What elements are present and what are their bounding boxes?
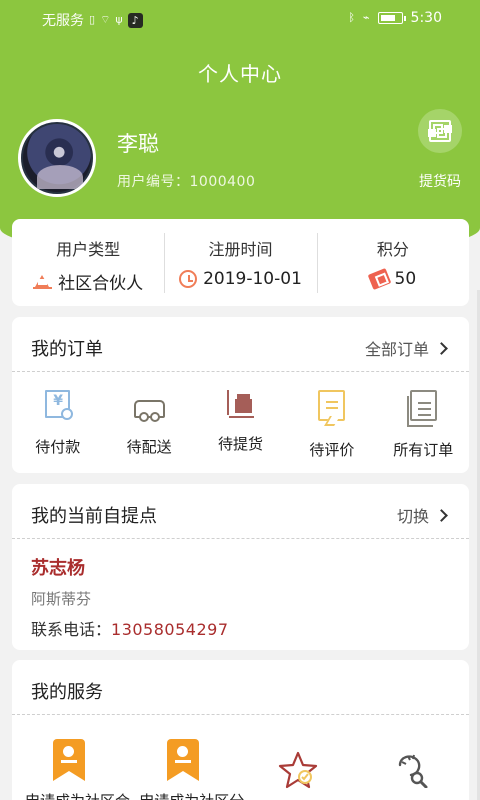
orders-title: 我的订单 xyxy=(31,339,103,360)
apply-community-partner-button[interactable]: 申请成为社区合 xyxy=(12,735,130,800)
avatar[interactable] xyxy=(18,119,96,197)
points-value-row: 50 xyxy=(317,268,469,290)
registration-date-title: 注册时间 xyxy=(208,240,273,259)
all-orders-grid-label: 所有订单 xyxy=(393,441,454,459)
apply-community-partner-label: 申请成为社区合 xyxy=(20,790,135,800)
user-type-value: 社区合伙人 xyxy=(58,274,144,294)
payment-icon xyxy=(45,390,74,420)
pickup-code-button[interactable] xyxy=(418,109,462,153)
ticket-icon xyxy=(367,268,391,290)
status-left: 无服务 ▯ ⌔ ψ ♪ xyxy=(42,10,143,30)
pending-review-label: 待评价 xyxy=(309,441,355,459)
comment-icon xyxy=(318,390,346,421)
page-title: 个人中心 xyxy=(198,62,282,86)
all-orders-button[interactable]: 所有订单 xyxy=(378,390,469,460)
wifi-icon: ⌔ xyxy=(100,13,111,26)
pickup-divider xyxy=(12,538,469,539)
orders-divider xyxy=(12,371,469,372)
user-type-stat: 用户类型 社区合伙人 xyxy=(12,219,164,306)
pickup-phone-row: 联系电话：13058054297 xyxy=(31,616,229,640)
switch-pickup-link[interactable]: 切换 xyxy=(397,503,448,527)
status-right: ᛒ ⌁ 5:30 xyxy=(348,10,442,26)
sim-icon: ▯ xyxy=(89,13,96,26)
battery-icon xyxy=(377,12,406,24)
pending-payment-label: 待付款 xyxy=(35,438,81,456)
all-orders-label[interactable]: 全部订单 xyxy=(365,336,429,360)
pending-review-button[interactable]: 待评价 xyxy=(286,390,377,460)
services-grid: 申请成为社区合 申请成为社区分 xyxy=(12,735,469,800)
registration-date-value: 2019-10-01 xyxy=(203,269,302,289)
pickup-title: 我的当前自提点 xyxy=(31,506,157,527)
my-orders-card: 我的订单 全部订单 待付款 待配送 待提货 待评价 所有订单 xyxy=(12,317,469,473)
points-title: 积分 xyxy=(376,240,409,259)
badge-icon xyxy=(167,739,200,781)
user-type-value-row: 社区合伙人 xyxy=(12,269,164,294)
apply-community-branch-button[interactable]: 申请成为社区分 xyxy=(126,735,244,800)
cart-icon xyxy=(227,390,255,418)
pickup-address: 阿斯蒂芬 xyxy=(31,590,92,608)
phone-number[interactable]: 13058054297 xyxy=(111,620,228,639)
switch-pickup-label[interactable]: 切换 xyxy=(397,503,429,527)
services-divider xyxy=(12,714,469,715)
chevron-right-icon[interactable] xyxy=(435,341,448,355)
carrier-status: 无服务 xyxy=(42,13,84,29)
user-name: 李聪 xyxy=(117,132,159,156)
truck-icon xyxy=(133,400,165,422)
current-pickup-point-card: 我的当前自提点 切换 苏志杨 阿斯蒂芬 联系电话：13058054297 xyxy=(12,484,469,650)
pending-pickup-button[interactable]: 待提货 xyxy=(195,390,286,460)
apply-community-branch-label: 申请成为社区分 xyxy=(134,790,249,800)
pending-delivery-button[interactable]: 待配送 xyxy=(103,390,194,460)
pickup-contact-name: 苏志杨 xyxy=(31,558,85,579)
all-orders-link[interactable]: 全部订单 xyxy=(365,336,448,360)
user-type-title: 用户类型 xyxy=(56,240,121,259)
chevron-right-icon[interactable] xyxy=(435,508,448,522)
badge-icon xyxy=(53,739,86,781)
bluetooth-icon: ᛒ xyxy=(348,11,355,24)
order-status-grid: 待付款 待配送 待提货 待评价 所有订单 xyxy=(12,390,469,460)
clock-time: 5:30 xyxy=(410,10,442,26)
documents-icon xyxy=(406,390,437,427)
pending-delivery-label: 待配送 xyxy=(126,438,172,456)
usb-icon: ψ xyxy=(115,13,123,26)
my-services-card: 我的服务 申请成为社区合 申请成为社区分 xyxy=(12,660,469,800)
pending-pickup-label: 待提货 xyxy=(217,435,263,453)
profile-stats-card: 用户类型 社区合伙人 注册时间 2019-10-01 积分 50 xyxy=(12,219,469,306)
registration-date-stat: 注册时间 2019-10-01 xyxy=(164,219,316,306)
registration-date-value-row: 2019-10-01 xyxy=(164,269,316,289)
points-value: 50 xyxy=(394,269,417,289)
pickup-code-label[interactable]: 提货码 xyxy=(419,171,461,191)
status-bar: 无服务 ▯ ⌔ ψ ♪ ᛒ ⌁ 5:30 xyxy=(0,0,480,38)
services-title: 我的服务 xyxy=(31,682,103,703)
clock-icon xyxy=(179,270,198,288)
pending-payment-button[interactable]: 待付款 xyxy=(12,390,103,460)
tiktok-icon: ♪ xyxy=(127,12,143,28)
star-check-icon xyxy=(278,750,318,790)
mute-icon: ⌁ xyxy=(362,11,370,24)
favorites-service-button[interactable] xyxy=(241,735,355,800)
user-id: 用户编号：1000400 xyxy=(117,174,256,190)
points-stat[interactable]: 积分 50 xyxy=(316,219,469,306)
search-service-button[interactable] xyxy=(355,735,469,800)
phone-label: 联系电话： xyxy=(31,620,112,639)
crown-icon xyxy=(33,274,53,289)
search-service-icon xyxy=(394,752,430,788)
qr-code-icon xyxy=(429,120,451,142)
